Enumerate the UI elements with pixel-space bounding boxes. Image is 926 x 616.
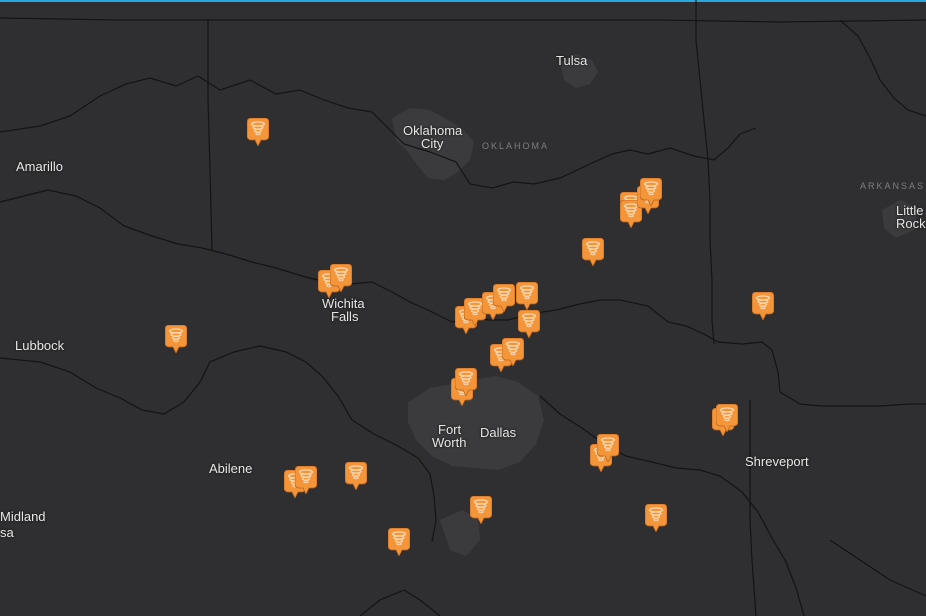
tornado-icon bbox=[345, 462, 367, 490]
tornado-icon bbox=[165, 325, 187, 353]
tornado-icon bbox=[516, 282, 538, 310]
tornado-icon bbox=[455, 368, 477, 396]
boundary-county-north-1 bbox=[0, 75, 757, 189]
tornado-icon bbox=[247, 118, 269, 146]
boundary-oklahoma-north bbox=[0, 17, 926, 23]
boundary-river-red-east bbox=[779, 391, 926, 407]
tornado-icon bbox=[330, 264, 352, 292]
tornado-marker[interactable] bbox=[502, 338, 524, 366]
city-label-shreveport: Shreveport bbox=[745, 454, 809, 469]
tornado-icon bbox=[518, 310, 540, 338]
city-label-tulsa: Tulsa bbox=[556, 53, 588, 68]
tornado-marker[interactable] bbox=[388, 528, 410, 556]
tornado-icon bbox=[470, 496, 492, 524]
boundary-county-central bbox=[0, 345, 437, 543]
tornado-marker[interactable] bbox=[165, 325, 187, 353]
tornado-marker[interactable] bbox=[582, 238, 604, 266]
tornado-icon bbox=[502, 338, 524, 366]
tornado-icon bbox=[582, 238, 604, 266]
boundary-state-arkansas-west bbox=[695, 0, 715, 345]
tornado-marker[interactable] bbox=[516, 282, 538, 310]
boundary-county-south-east bbox=[539, 395, 805, 616]
state-label-arkansas: ARKANSAS bbox=[860, 181, 926, 191]
tornado-marker[interactable] bbox=[345, 462, 367, 490]
tornado-icon bbox=[640, 178, 662, 206]
city-label-odessa-partial: sa bbox=[0, 525, 14, 540]
tornado-marker[interactable] bbox=[640, 178, 662, 206]
tornado-icon bbox=[493, 284, 515, 312]
tornado-marker[interactable] bbox=[645, 504, 667, 532]
state-label-oklahoma: OKLAHOMA bbox=[482, 141, 550, 151]
tornado-marker[interactable] bbox=[493, 284, 515, 312]
city-label-midland: Midland bbox=[0, 509, 46, 524]
city-label-wichita-falls-line2: Falls bbox=[331, 309, 359, 324]
city-label-lubbock: Lubbock bbox=[15, 338, 65, 353]
city-label-dallas: Dallas bbox=[480, 425, 517, 440]
city-label-fort-worth-line2: Worth bbox=[432, 435, 467, 450]
tornado-marker[interactable] bbox=[455, 368, 477, 396]
tornado-icon bbox=[716, 404, 738, 432]
tornado-marker[interactable] bbox=[597, 434, 619, 462]
tornado-marker[interactable] bbox=[716, 404, 738, 432]
city-label-oklahoma-city-line2: City bbox=[421, 136, 444, 151]
tornado-icon bbox=[295, 466, 317, 494]
tornado-icon bbox=[752, 292, 774, 320]
boundary-state-oklahoma-texas-north bbox=[0, 189, 781, 393]
tornado-marker[interactable] bbox=[752, 292, 774, 320]
tornado-marker[interactable] bbox=[518, 310, 540, 338]
tornado-marker[interactable] bbox=[470, 496, 492, 524]
boundary-southeast-lower bbox=[829, 539, 926, 597]
tornado-icon bbox=[645, 504, 667, 532]
city-label-little-rock-line2: Rock bbox=[896, 216, 926, 231]
tornado-marker[interactable] bbox=[330, 264, 352, 292]
city-label-amarillo: Amarillo bbox=[16, 159, 63, 174]
boundary-south-west bbox=[359, 589, 441, 616]
boundary-northeast-river bbox=[839, 19, 926, 117]
tornado-icon bbox=[388, 528, 410, 556]
boundary-west-texas-line bbox=[207, 20, 213, 251]
tornado-marker[interactable] bbox=[247, 118, 269, 146]
tornado-marker[interactable] bbox=[295, 466, 317, 494]
tornado-icon bbox=[597, 434, 619, 462]
map-view[interactable]: OKLAHOMA ARKANSAS Tulsa Oklahoma City Am… bbox=[0, 0, 926, 616]
city-label-abilene: Abilene bbox=[209, 461, 253, 476]
